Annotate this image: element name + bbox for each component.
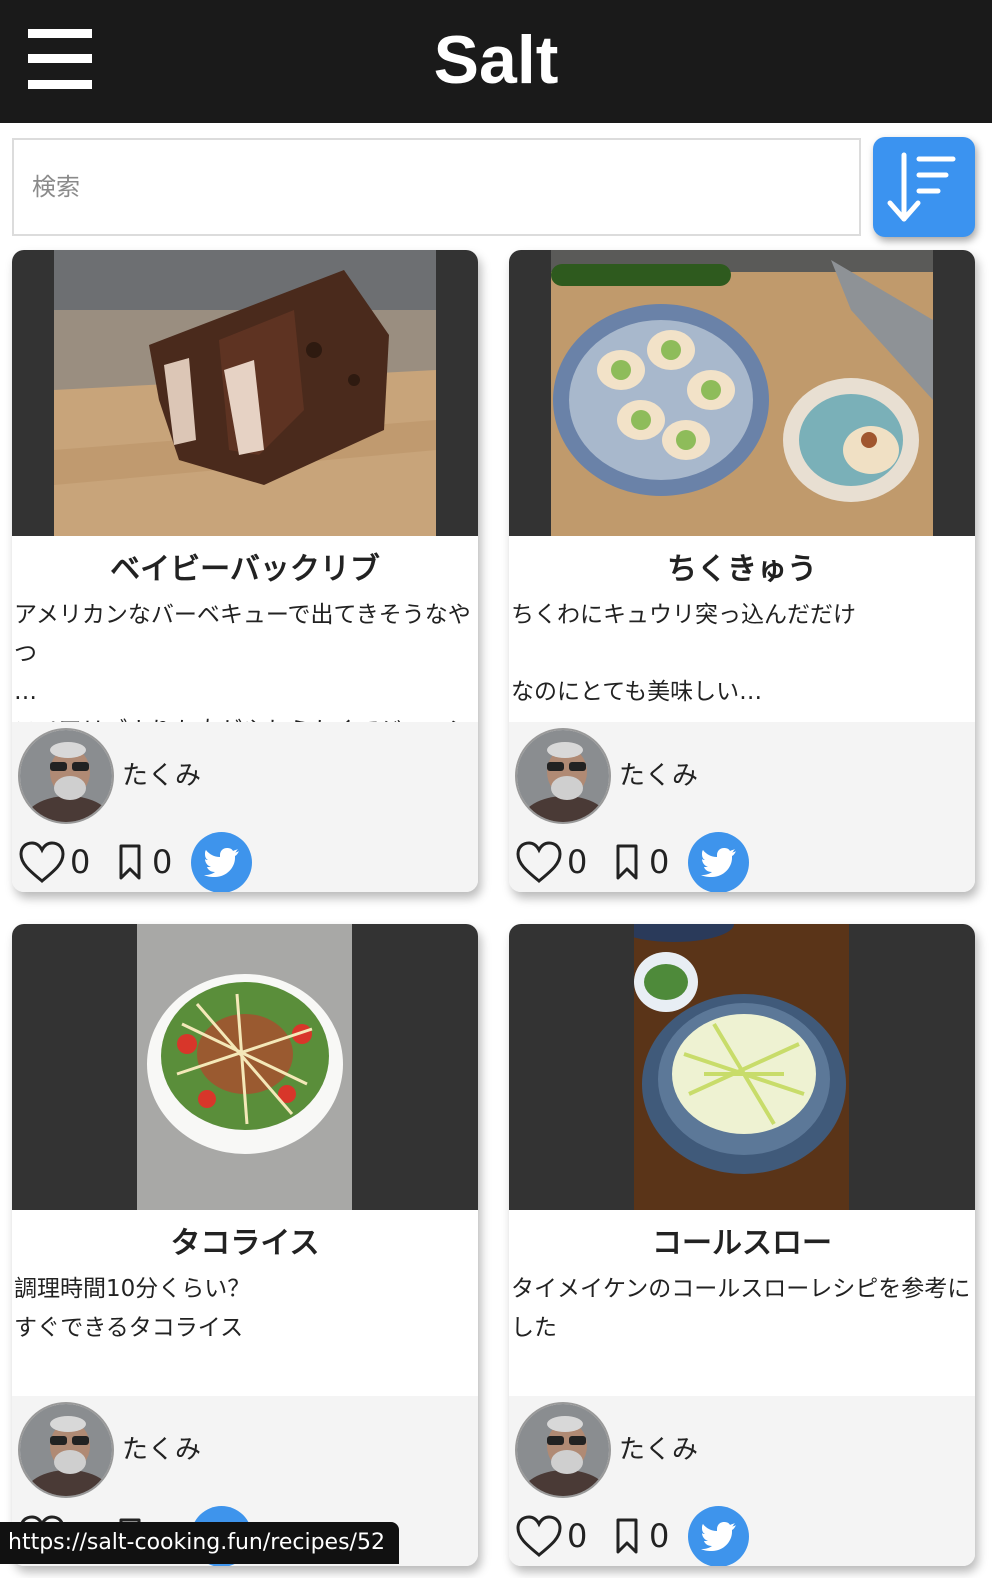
avatar[interactable]: [18, 728, 114, 824]
save-count: 0: [649, 1517, 670, 1555]
recipe-footer: たくみ 0 0: [12, 722, 478, 892]
avatar[interactable]: [515, 728, 611, 824]
recipe-description: アメリカンなバーベキューで出てきそうなやつ … スペアリブよりも肉がやわらかくて…: [14, 602, 471, 722]
app-header: Salt: [0, 0, 992, 123]
recipe-footer: たくみ 0 0: [509, 1396, 975, 1566]
like-count: 0: [567, 1517, 588, 1555]
recipe-card[interactable]: ちくきゅう ちくわにキュウリ突っ込んだだけ なのにとても美味しい… たくみ 0 …: [509, 250, 975, 892]
coleslaw-photo: [634, 924, 849, 1210]
author-name[interactable]: たくみ: [619, 1430, 698, 1470]
author-name[interactable]: たくみ: [122, 1430, 201, 1470]
author-photo: [517, 1404, 609, 1496]
twitter-icon: [701, 1522, 736, 1551]
recipe-title[interactable]: ベイビーバックリブ: [12, 550, 478, 590]
bookmark-icon[interactable]: [118, 844, 142, 880]
bookmark-icon[interactable]: [615, 844, 639, 880]
author-photo: [517, 730, 609, 822]
save-count: 0: [152, 843, 173, 881]
recipe-title[interactable]: コールスロー: [509, 1224, 975, 1264]
taco-rice-photo: [137, 924, 352, 1210]
rib-photo: [54, 250, 436, 536]
recipe-image[interactable]: [12, 250, 478, 536]
save-count: 0: [649, 843, 670, 881]
chikukyu-photo: [551, 250, 933, 536]
recipe-description: 調理時間10分くらい？ すぐできるタコライス: [14, 1276, 251, 1341]
recipe-stats: 0 0: [515, 1506, 975, 1566]
twitter-icon: [701, 848, 736, 877]
author-photo: [20, 730, 112, 822]
sort-descending-icon: [887, 152, 956, 222]
recipe-card[interactable]: タコライス 調理時間10分くらい？ すぐできるタコライス たくみ 0 0: [12, 924, 478, 1566]
author-photo: [20, 1404, 112, 1496]
heart-icon[interactable]: [515, 840, 563, 884]
recipe-title[interactable]: ちくきゅう: [509, 550, 975, 590]
recipe-image[interactable]: [509, 250, 975, 536]
avatar[interactable]: [515, 1402, 611, 1498]
author-name[interactable]: たくみ: [619, 756, 698, 796]
search-input[interactable]: [12, 138, 861, 236]
recipe-card[interactable]: コールスロー タイメイケンのコールスローレシピを参考にした たくみ 0 0: [509, 924, 975, 1566]
avatar[interactable]: [18, 1402, 114, 1498]
recipe-title[interactable]: タコライス: [12, 1224, 478, 1264]
twitter-share-button[interactable]: [191, 832, 252, 892]
recipe-stats: 0 0: [515, 832, 975, 892]
heart-icon[interactable]: [18, 840, 66, 884]
recipe-footer: たくみ 0 0: [509, 722, 975, 892]
app-title[interactable]: Salt: [0, 18, 992, 102]
recipe-image[interactable]: [509, 924, 975, 1210]
sort-button[interactable]: [873, 137, 975, 237]
like-count: 0: [70, 843, 91, 881]
twitter-share-button[interactable]: [688, 832, 749, 892]
heart-icon[interactable]: [515, 1514, 563, 1558]
twitter-icon: [204, 848, 239, 877]
twitter-share-button[interactable]: [688, 1506, 749, 1566]
recipe-card[interactable]: ベイビーバックリブ アメリカンなバーベキューで出てきそうなやつ … スペアリブよ…: [12, 250, 478, 892]
link-status-bar: https://salt-cooking.fun/recipes/52: [0, 1522, 399, 1564]
like-count: 0: [567, 843, 588, 881]
recipe-description: ちくわにキュウリ突っ込んだだけ なのにとても美味しい…: [511, 602, 856, 705]
recipe-description: タイメイケンのコールスローレシピを参考にした: [511, 1276, 971, 1341]
bookmark-icon[interactable]: [615, 1518, 639, 1554]
recipe-image[interactable]: [12, 924, 478, 1210]
author-name[interactable]: たくみ: [122, 756, 201, 796]
recipe-stats: 0 0: [18, 832, 478, 892]
